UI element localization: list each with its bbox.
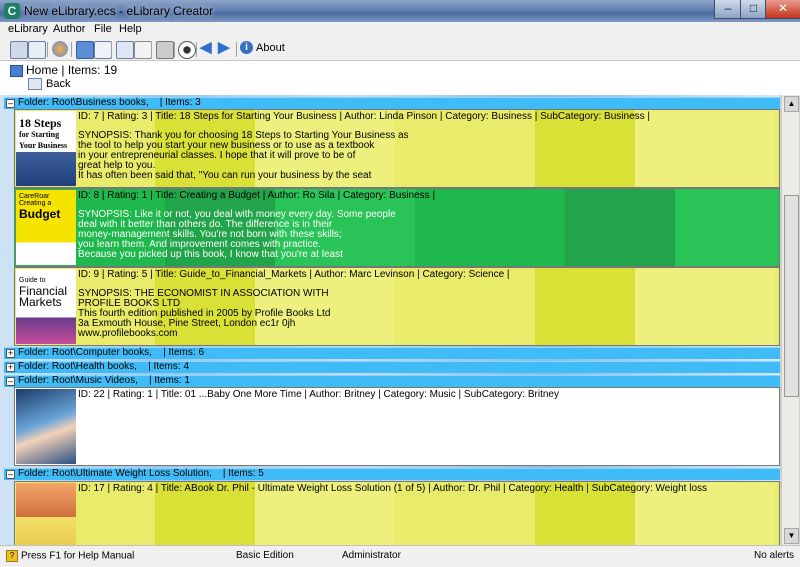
folder-row[interactable]: – Folder: Root\Business books, | Items: … bbox=[4, 97, 780, 109]
document-icon[interactable] bbox=[94, 41, 112, 59]
about-label: About bbox=[256, 41, 285, 54]
item-info: ID: 9 | Rating: 5 | Title: Guide_to_Fina… bbox=[78, 269, 510, 280]
folder-label: Folder: Root\Music Videos, | Items: 1 bbox=[18, 375, 190, 386]
cover-subtitle: for Starting bbox=[19, 130, 60, 139]
toolbar-separator bbox=[71, 42, 72, 57]
record-icon[interactable] bbox=[178, 41, 196, 59]
toolbar: ◀ ▶ i About bbox=[0, 38, 800, 61]
status-alerts: No alerts bbox=[754, 550, 795, 561]
book-cover-image bbox=[16, 483, 76, 545]
search-icon[interactable] bbox=[134, 41, 152, 59]
toolbar-separator bbox=[196, 42, 197, 57]
edit-icon[interactable] bbox=[76, 41, 94, 59]
menu-bar: eLibrary Author File Help bbox=[0, 22, 800, 38]
item-info: ID: 22 | Rating: 1 | Title: 01 ...Baby O… bbox=[78, 389, 559, 400]
navigation-panel: Home | Items: 19 Back bbox=[0, 61, 800, 95]
toolbar-separator bbox=[47, 42, 48, 57]
home-icon bbox=[10, 64, 23, 77]
album-cover-image bbox=[16, 389, 76, 464]
window-title: New eLibrary.ecs - eLibrary Creator bbox=[24, 4, 214, 18]
folder-row[interactable]: + Folder: Root\Health books, | Items: 4 bbox=[4, 361, 780, 373]
list-item[interactable]: ID: 17 | Rating: 4 | Title: ABook Dr. Ph… bbox=[14, 481, 780, 545]
arrow-left-icon[interactable]: ◀ bbox=[200, 40, 216, 57]
about-button[interactable]: i About bbox=[240, 41, 285, 57]
list-item[interactable]: 18 Steps for Starting Your Business ID: … bbox=[14, 109, 780, 188]
toolbar-separator bbox=[111, 42, 112, 57]
grid-icon[interactable] bbox=[116, 41, 134, 59]
items-count: Items: 19 bbox=[67, 63, 118, 77]
library-list: – Folder: Root\Business books, | Items: … bbox=[0, 95, 780, 545]
status-bar: ? Press F1 for Help Manual Basic Edition … bbox=[0, 545, 800, 567]
maximize-button[interactable]: □ bbox=[740, 0, 767, 19]
folder-label: Folder: Root\Computer books, | Items: 6 bbox=[18, 347, 205, 358]
cover-title: Markets bbox=[19, 295, 62, 309]
library-icon[interactable] bbox=[10, 41, 28, 59]
list-item[interactable]: Guide to Financial Markets ID: 9 | Ratin… bbox=[14, 267, 780, 346]
list-item[interactable]: CareRoar Creating a Budget ID: 8 | Ratin… bbox=[14, 188, 780, 267]
toolbar-separator bbox=[174, 42, 175, 57]
close-button[interactable]: ✕ bbox=[765, 0, 800, 19]
folder-label: Folder: Root\Ultimate Weight Loss Soluti… bbox=[18, 468, 264, 479]
item-info: ID: 8 | Rating: 1 | Title: Creating a Bu… bbox=[78, 190, 436, 201]
item-synopsis: SYNOPSIS: Like it or not, you deal with … bbox=[78, 209, 396, 260]
expand-icon[interactable]: + bbox=[6, 363, 15, 372]
collapse-icon[interactable]: – bbox=[6, 470, 15, 479]
help-icon: ? bbox=[6, 550, 18, 562]
arrow-right-icon[interactable]: ▶ bbox=[218, 40, 234, 57]
menu-file[interactable]: File bbox=[94, 23, 112, 35]
list-item[interactable]: ID: 22 | Rating: 1 | Title: 01 ...Baby O… bbox=[14, 387, 780, 466]
folder-row[interactable]: – Folder: Root\Music Videos, | Items: 1 bbox=[4, 375, 780, 387]
scroll-down-icon[interactable]: ▼ bbox=[784, 528, 799, 544]
toolbar-separator bbox=[236, 42, 237, 57]
scroll-up-icon[interactable]: ▲ bbox=[784, 96, 799, 112]
status-help: ? Press F1 for Help Manual bbox=[6, 550, 134, 562]
back-button[interactable]: Back bbox=[28, 78, 71, 91]
expand-icon[interactable]: + bbox=[6, 349, 15, 358]
cover-title: 18 Steps bbox=[19, 116, 62, 130]
book-cover-image: 18 Steps for Starting Your Business bbox=[16, 111, 76, 186]
cover-publisher: CareRoar bbox=[19, 193, 50, 200]
collapse-icon[interactable]: – bbox=[6, 377, 15, 386]
status-user: Administrator bbox=[342, 550, 401, 561]
title-bar: C New eLibrary.ecs - eLibrary Creator – … bbox=[0, 0, 800, 22]
info-icon: i bbox=[240, 41, 253, 54]
folder-row[interactable]: – Folder: Root\Ultimate Weight Loss Solu… bbox=[4, 468, 780, 480]
cover-subtitle: Your Business bbox=[19, 141, 68, 150]
home-link[interactable]: Home bbox=[26, 63, 58, 77]
vertical-scrollbar[interactable]: ▲ ▼ bbox=[781, 95, 799, 545]
cover-title: Budget bbox=[19, 207, 61, 221]
menu-help[interactable]: Help bbox=[119, 23, 142, 35]
item-info: ID: 7 | Rating: 3 | Title: 18 Steps for … bbox=[78, 111, 651, 122]
back-label: Back bbox=[46, 78, 71, 90]
folder-row[interactable]: + Folder: Root\Computer books, | Items: … bbox=[4, 347, 780, 359]
collapse-icon[interactable]: – bbox=[6, 99, 15, 108]
back-icon bbox=[28, 78, 42, 91]
scroll-thumb[interactable] bbox=[784, 195, 799, 397]
menu-author[interactable]: Author bbox=[53, 23, 85, 35]
item-synopsis: SYNOPSIS: THE ECONOMIST IN ASSOCIATION W… bbox=[78, 288, 331, 339]
book-cover-image: Guide to Financial Markets bbox=[16, 269, 76, 344]
folder-label: Folder: Root\Health books, | Items: 4 bbox=[18, 361, 190, 372]
menu-elibrary[interactable]: eLibrary bbox=[8, 23, 48, 35]
window-icon[interactable] bbox=[28, 41, 46, 59]
calculator-icon[interactable] bbox=[156, 41, 174, 59]
app-icon: C bbox=[4, 3, 20, 19]
globe-icon[interactable] bbox=[52, 41, 68, 57]
breadcrumb: Home | Items: 19 bbox=[10, 63, 117, 77]
cover-subtitle: Creating a bbox=[19, 200, 52, 207]
item-synopsis: SYNOPSIS: Thank you for choosing 18 Step… bbox=[78, 130, 409, 181]
minimize-button[interactable]: – bbox=[714, 0, 742, 19]
item-info: ID: 17 | Rating: 4 | Title: ABook Dr. Ph… bbox=[78, 483, 708, 494]
status-edition: Basic Edition bbox=[236, 550, 294, 561]
folder-label: Folder: Root\Business books, | Items: 3 bbox=[18, 97, 201, 108]
book-cover-image: CareRoar Creating a Budget bbox=[16, 190, 76, 265]
toolbar-separator bbox=[151, 42, 152, 57]
